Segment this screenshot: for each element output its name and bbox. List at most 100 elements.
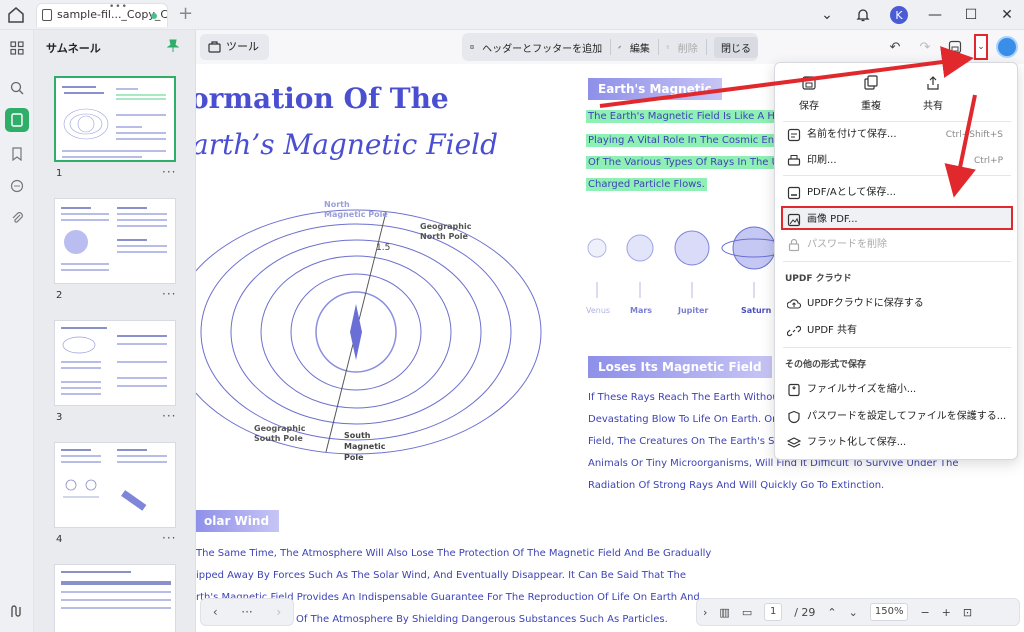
- page-number: 4: [56, 534, 63, 545]
- highlighted-text-line[interactable]: The Earth's Magnetic Field Is Like A Hug: [586, 110, 790, 123]
- save-as-icon: [787, 128, 801, 142]
- body-text-line: Field, The Creatures On The Earth's Sur: [588, 436, 785, 447]
- delete-button[interactable]: 削除: [678, 40, 698, 55]
- new-tab-button[interactable]: +: [178, 4, 193, 24]
- attachment-icon[interactable]: [7, 208, 27, 228]
- menu-remove-password[interactable]: パスワードを削除: [783, 233, 1011, 257]
- highlighted-text-line[interactable]: Of The Various Types Of Rays In The Un: [586, 156, 788, 169]
- page-total: / 29: [794, 605, 816, 619]
- image-pdf-icon: [787, 213, 801, 227]
- page-options-icon[interactable]: ···: [162, 531, 176, 545]
- edit-icon: [618, 45, 622, 49]
- body-text-line: ipped Away By Forces Such As The Solar W…: [196, 570, 686, 581]
- collapse-icon[interactable]: ›: [703, 606, 707, 619]
- geographic-north-pole-label: Geographic North Pole: [420, 222, 472, 241]
- planet-label: Saturn: [741, 306, 772, 315]
- menu-save-as[interactable]: 名前を付けて保存... Ctrl+Shift+S: [783, 123, 1011, 147]
- menu-image-pdf[interactable]: 画像 PDF...: [781, 206, 1013, 230]
- highlighted-text-line[interactable]: Charged Particle Flows.: [586, 178, 707, 191]
- planet-label: Venus: [586, 306, 611, 315]
- left-rail: [0, 30, 34, 632]
- page-nav-bar: ‹ ··· ›: [200, 598, 294, 626]
- pdfa-icon: [787, 186, 801, 200]
- tools-label: ツール: [226, 40, 259, 53]
- drag-handle-icon[interactable]: •••: [109, 4, 128, 12]
- saved-status-dot: [151, 13, 157, 19]
- section-heading-loses-field: Loses Its Magnetic Field: [588, 356, 772, 378]
- tools-button[interactable]: ツール: [200, 34, 269, 60]
- page-thumbnail-4[interactable]: [54, 442, 176, 528]
- notification-icon[interactable]: [854, 6, 872, 24]
- maximize-icon[interactable]: ☐: [962, 6, 980, 24]
- page-number: 2: [56, 290, 63, 301]
- more-options-icon[interactable]: ···: [241, 605, 252, 619]
- fit-page-icon[interactable]: ⊡: [963, 606, 972, 619]
- delete-icon: [666, 45, 670, 49]
- body-text-line: If These Rays Reach The Earth Without: [588, 392, 783, 403]
- next-icon[interactable]: ›: [276, 605, 281, 619]
- other-format-section-label: その他の形式で保存: [785, 360, 867, 370]
- add-header-footer-button[interactable]: ヘッダーとフッターを追加: [482, 40, 602, 55]
- user-avatar[interactable]: K: [890, 6, 908, 24]
- menu-print[interactable]: 印刷... Ctrl+P: [783, 149, 1011, 173]
- pin-icon[interactable]: [166, 39, 180, 53]
- redo-icon[interactable]: ↷: [914, 36, 936, 58]
- menu-updf-share[interactable]: UPDF 共有: [783, 319, 1011, 343]
- minimize-icon[interactable]: —: [926, 6, 944, 24]
- undo-icon[interactable]: ↶: [884, 36, 906, 58]
- document-icon: [42, 9, 52, 21]
- planet-label: Jupiter: [678, 306, 709, 315]
- edit-button[interactable]: 編集: [630, 40, 650, 55]
- thumbnail-view-icon[interactable]: [5, 108, 29, 132]
- menu-save-pdfa[interactable]: PDF/Aとして保存...: [783, 181, 1011, 205]
- bookmark-icon[interactable]: [7, 144, 27, 164]
- search-icon[interactable]: [7, 78, 27, 98]
- page-thumbnail-5[interactable]: [54, 564, 176, 632]
- presentation-icon[interactable]: ▭: [742, 606, 752, 619]
- document-title-line2: arth’s Magnetic Field: [196, 128, 499, 161]
- menu-share-button[interactable]: 共有: [903, 75, 963, 112]
- page-thumbnail-2[interactable]: [54, 198, 176, 284]
- ai-assistant-icon[interactable]: [996, 36, 1018, 58]
- reading-mode-icon[interactable]: ▥: [719, 606, 729, 619]
- document-title-line1: ormation Of The: [196, 82, 449, 115]
- save-menu-icon[interactable]: [944, 36, 966, 58]
- chevron-down-icon[interactable]: ⌄: [818, 6, 836, 24]
- zoom-level[interactable]: 150%: [869, 603, 909, 621]
- save-dropdown-toggle[interactable]: ⌄: [974, 34, 988, 60]
- page-number: 3: [56, 412, 63, 423]
- document-tab[interactable]: ••• sample-fil..._Copy_Copy: [36, 3, 168, 27]
- menu-duplicate-button[interactable]: 重複: [841, 75, 901, 112]
- menu-reduce-size[interactable]: ファイルサイズを縮小...: [783, 378, 1011, 402]
- close-button[interactable]: 閉じる: [714, 36, 759, 58]
- page-thumbnail-1[interactable]: [54, 76, 176, 162]
- home-icon[interactable]: [6, 5, 26, 25]
- layers-icon: [787, 437, 801, 448]
- menu-flatten[interactable]: フラット化して保存...: [783, 431, 1011, 455]
- geographic-south-pole-label: Geographic South Pole: [254, 424, 306, 443]
- link-icon: [787, 325, 801, 337]
- comment-icon[interactable]: [7, 176, 27, 196]
- page-options-icon[interactable]: ···: [162, 165, 176, 179]
- zoom-out-icon[interactable]: −: [920, 606, 929, 619]
- menu-save-to-cloud[interactable]: UPDFクラウドに保存する: [783, 292, 1011, 316]
- previous-icon[interactable]: ‹: [213, 605, 218, 619]
- highlighted-text-line[interactable]: Playing A Vital Role In The Cosmic Envir: [586, 134, 789, 147]
- apps-grid-icon[interactable]: [7, 38, 27, 58]
- page-number-input[interactable]: 1: [764, 603, 783, 621]
- page-options-icon[interactable]: ···: [162, 409, 176, 423]
- page-up-icon[interactable]: ⌃: [827, 606, 836, 619]
- page-options-icon[interactable]: ···: [162, 287, 176, 301]
- page-down-icon[interactable]: ⌄: [849, 606, 858, 619]
- south-magnetic-pole-label: South Magnetic Pole: [344, 431, 386, 462]
- duplicate-icon: [864, 75, 878, 90]
- save-icon: [802, 76, 816, 90]
- page-thumbnail-3[interactable]: [54, 320, 176, 406]
- lock-icon: [788, 238, 800, 252]
- menu-protect-password[interactable]: パスワードを設定してファイルを保護する...: [783, 405, 1011, 429]
- menu-save-button[interactable]: 保存: [779, 75, 839, 112]
- zoom-in-icon[interactable]: +: [942, 606, 951, 619]
- updf-logo-icon[interactable]: [7, 602, 27, 622]
- planet-label: Mars: [630, 306, 653, 315]
- close-window-icon[interactable]: ✕: [998, 6, 1016, 24]
